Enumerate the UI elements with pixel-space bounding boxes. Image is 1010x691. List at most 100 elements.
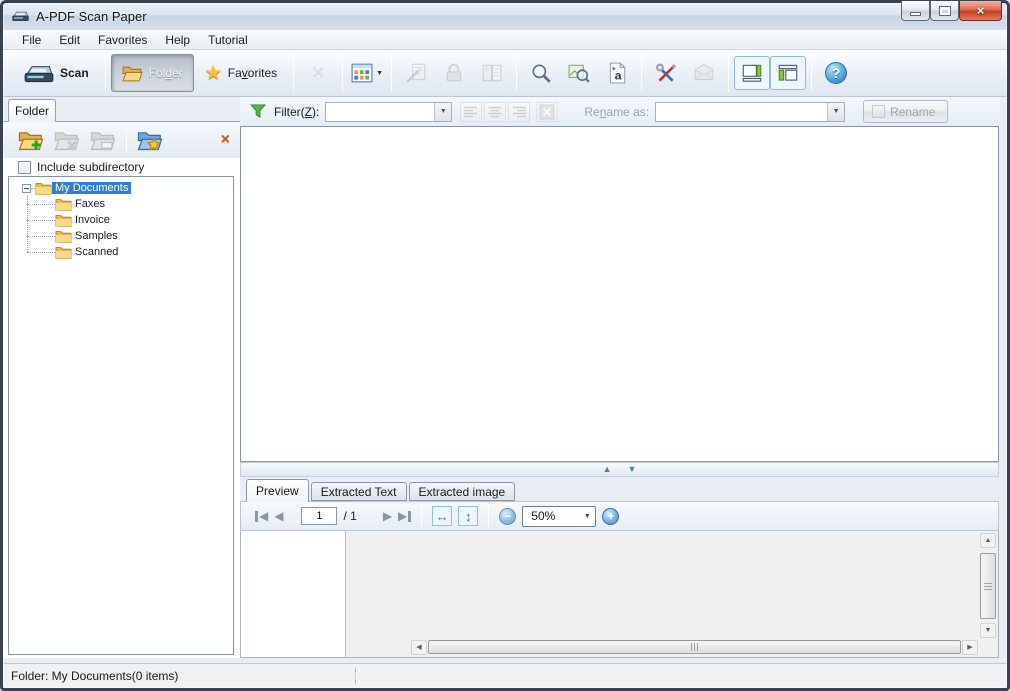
email-button[interactable] — [685, 54, 723, 92]
chevron-down-icon: ▼ — [376, 70, 383, 77]
menu-favorites[interactable]: Favorites — [89, 30, 156, 50]
favorite-folder-button[interactable] — [134, 125, 166, 155]
tree-label[interactable]: Invoice — [72, 214, 113, 226]
page-thumbnail-list[interactable] — [241, 531, 346, 657]
folder-view-button[interactable]: Folder — [111, 54, 194, 92]
search-icon — [530, 62, 552, 84]
status-text: Folder: My Documents(0 items) — [11, 669, 178, 683]
chevron-down-icon: ▼ — [440, 108, 447, 115]
tab-folder[interactable]: Folder — [8, 99, 56, 122]
help-button[interactable]: ? — [817, 54, 855, 92]
tree-dots — [27, 252, 55, 253]
horizontal-scrollbar-thumb[interactable] — [428, 640, 961, 654]
favorites-view-button[interactable]: ★ Favorites — [194, 54, 288, 92]
close-button[interactable]: × — [959, 1, 1002, 21]
include-subdirectory-label[interactable]: Include subdirectory — [37, 160, 144, 174]
lock-icon — [443, 62, 465, 84]
folder-icon — [55, 213, 72, 228]
filter-label: Filter(Z): — [274, 105, 319, 119]
split-view-button[interactable] — [473, 54, 511, 92]
status-divider — [355, 668, 357, 684]
new-folder-button[interactable] — [15, 125, 47, 155]
lock-button[interactable] — [435, 54, 473, 92]
rename-input[interactable] — [656, 103, 827, 121]
tab-preview[interactable]: Preview — [246, 479, 309, 502]
filter-funnel-icon — [250, 104, 267, 119]
align-right-button[interactable] — [508, 102, 530, 122]
tree-label[interactable]: Scanned — [72, 246, 121, 258]
tree-label[interactable]: Samples — [72, 230, 121, 242]
label-part: orites — [248, 66, 277, 80]
scroll-right-button[interactable]: ▶ — [962, 640, 978, 655]
splitter-up-icon[interactable]: ▲ — [603, 465, 612, 474]
tab-extracted-text[interactable]: Extracted Text — [311, 482, 407, 501]
close-icon: × — [977, 3, 985, 18]
align-right-icon — [510, 104, 528, 120]
collapse-icon[interactable] — [22, 184, 31, 193]
tree-row[interactable]: Invoice — [9, 212, 233, 228]
align-left-button[interactable] — [460, 102, 482, 122]
layout-bottom-button[interactable] — [734, 56, 770, 90]
scan-button[interactable]: Scan — [13, 54, 100, 92]
tree-label-root[interactable]: My Documents — [52, 182, 131, 194]
view-mode-button[interactable]: ▼ — [348, 54, 386, 92]
next-page-button[interactable]: ▶ — [383, 510, 392, 522]
maximize-button[interactable] — [930, 1, 959, 21]
tree-row[interactable]: Faxes — [9, 196, 233, 212]
rename-dropdown-button[interactable]: ▼ — [827, 103, 844, 121]
edit-wand-button[interactable] — [397, 54, 435, 92]
scroll-left-button[interactable]: ◀ — [411, 640, 427, 655]
folder-tree-inner: My Documents Faxes Invoice Samples Scann — [9, 177, 233, 260]
splitter-down-icon[interactable]: ▼ — [628, 465, 637, 474]
document-list-area[interactable] — [240, 126, 999, 462]
search-image-button[interactable] — [560, 54, 598, 92]
rename-button[interactable]: Rename — [863, 100, 948, 123]
last-page-button[interactable]: ▶ — [398, 510, 411, 522]
scroll-down-button[interactable]: ▼ — [980, 623, 996, 638]
ocr-button[interactable] — [598, 54, 636, 92]
tree-row-root[interactable]: My Documents — [9, 180, 233, 196]
folder-icon — [122, 64, 143, 83]
rename-folder-button[interactable] — [87, 125, 119, 155]
first-page-button[interactable]: ◀ — [255, 510, 268, 522]
vertical-scrollbar-thumb[interactable] — [980, 553, 996, 619]
include-subdirectory-checkbox[interactable] — [18, 161, 31, 174]
delete-folder-button[interactable] — [51, 125, 83, 155]
vertical-scrollbar[interactable]: ▲ ▼ — [980, 533, 997, 638]
minimize-button[interactable] — [901, 1, 930, 21]
tree-label[interactable]: Faxes — [72, 198, 108, 210]
menu-tutorial[interactable]: Tutorial — [199, 30, 257, 50]
panel-splitter[interactable]: ▲ ▼ — [240, 462, 999, 477]
tree-row[interactable]: Scanned — [9, 244, 233, 260]
fit-width-button[interactable]: ↔ — [432, 506, 452, 526]
clear-filter-button[interactable] — [536, 102, 558, 122]
zoom-level-combobox[interactable]: 50% ▼ — [522, 506, 596, 527]
align-center-button[interactable] — [484, 102, 506, 122]
menu-edit[interactable]: Edit — [50, 30, 89, 50]
horizontal-scrollbar[interactable]: ◀ ▶ — [411, 639, 978, 655]
search-button[interactable] — [522, 54, 560, 92]
settings-button[interactable] — [647, 54, 685, 92]
filter-input[interactable] — [326, 103, 434, 121]
tree-dots — [27, 220, 55, 221]
fit-height-button[interactable]: ↕ — [458, 506, 478, 526]
scan-label: Scan — [60, 66, 89, 80]
delete-button[interactable]: × — [299, 54, 337, 92]
scroll-up-button[interactable]: ▲ — [980, 533, 996, 548]
folder-label: Folder — [149, 66, 183, 80]
toolbar-separator — [488, 505, 489, 527]
folder-tree[interactable]: My Documents Faxes Invoice Samples Scann — [8, 176, 234, 655]
tab-extracted-image[interactable]: Extracted image — [409, 482, 516, 501]
layout-side-icon — [776, 62, 800, 84]
zoom-out-button[interactable]: − — [499, 508, 516, 525]
close-panel-button[interactable]: × — [221, 132, 230, 148]
zoom-in-button[interactable]: + — [602, 508, 619, 525]
layout-bottom-icon — [740, 62, 764, 84]
layout-side-button[interactable] — [770, 56, 806, 90]
page-number-input[interactable] — [301, 507, 337, 525]
tree-row[interactable]: Samples — [9, 228, 233, 244]
previous-page-button[interactable]: ◀ — [274, 510, 283, 522]
filter-dropdown-button[interactable]: ▼ — [434, 103, 451, 121]
menu-help[interactable]: Help — [156, 30, 199, 50]
menu-file[interactable]: File — [13, 30, 50, 50]
